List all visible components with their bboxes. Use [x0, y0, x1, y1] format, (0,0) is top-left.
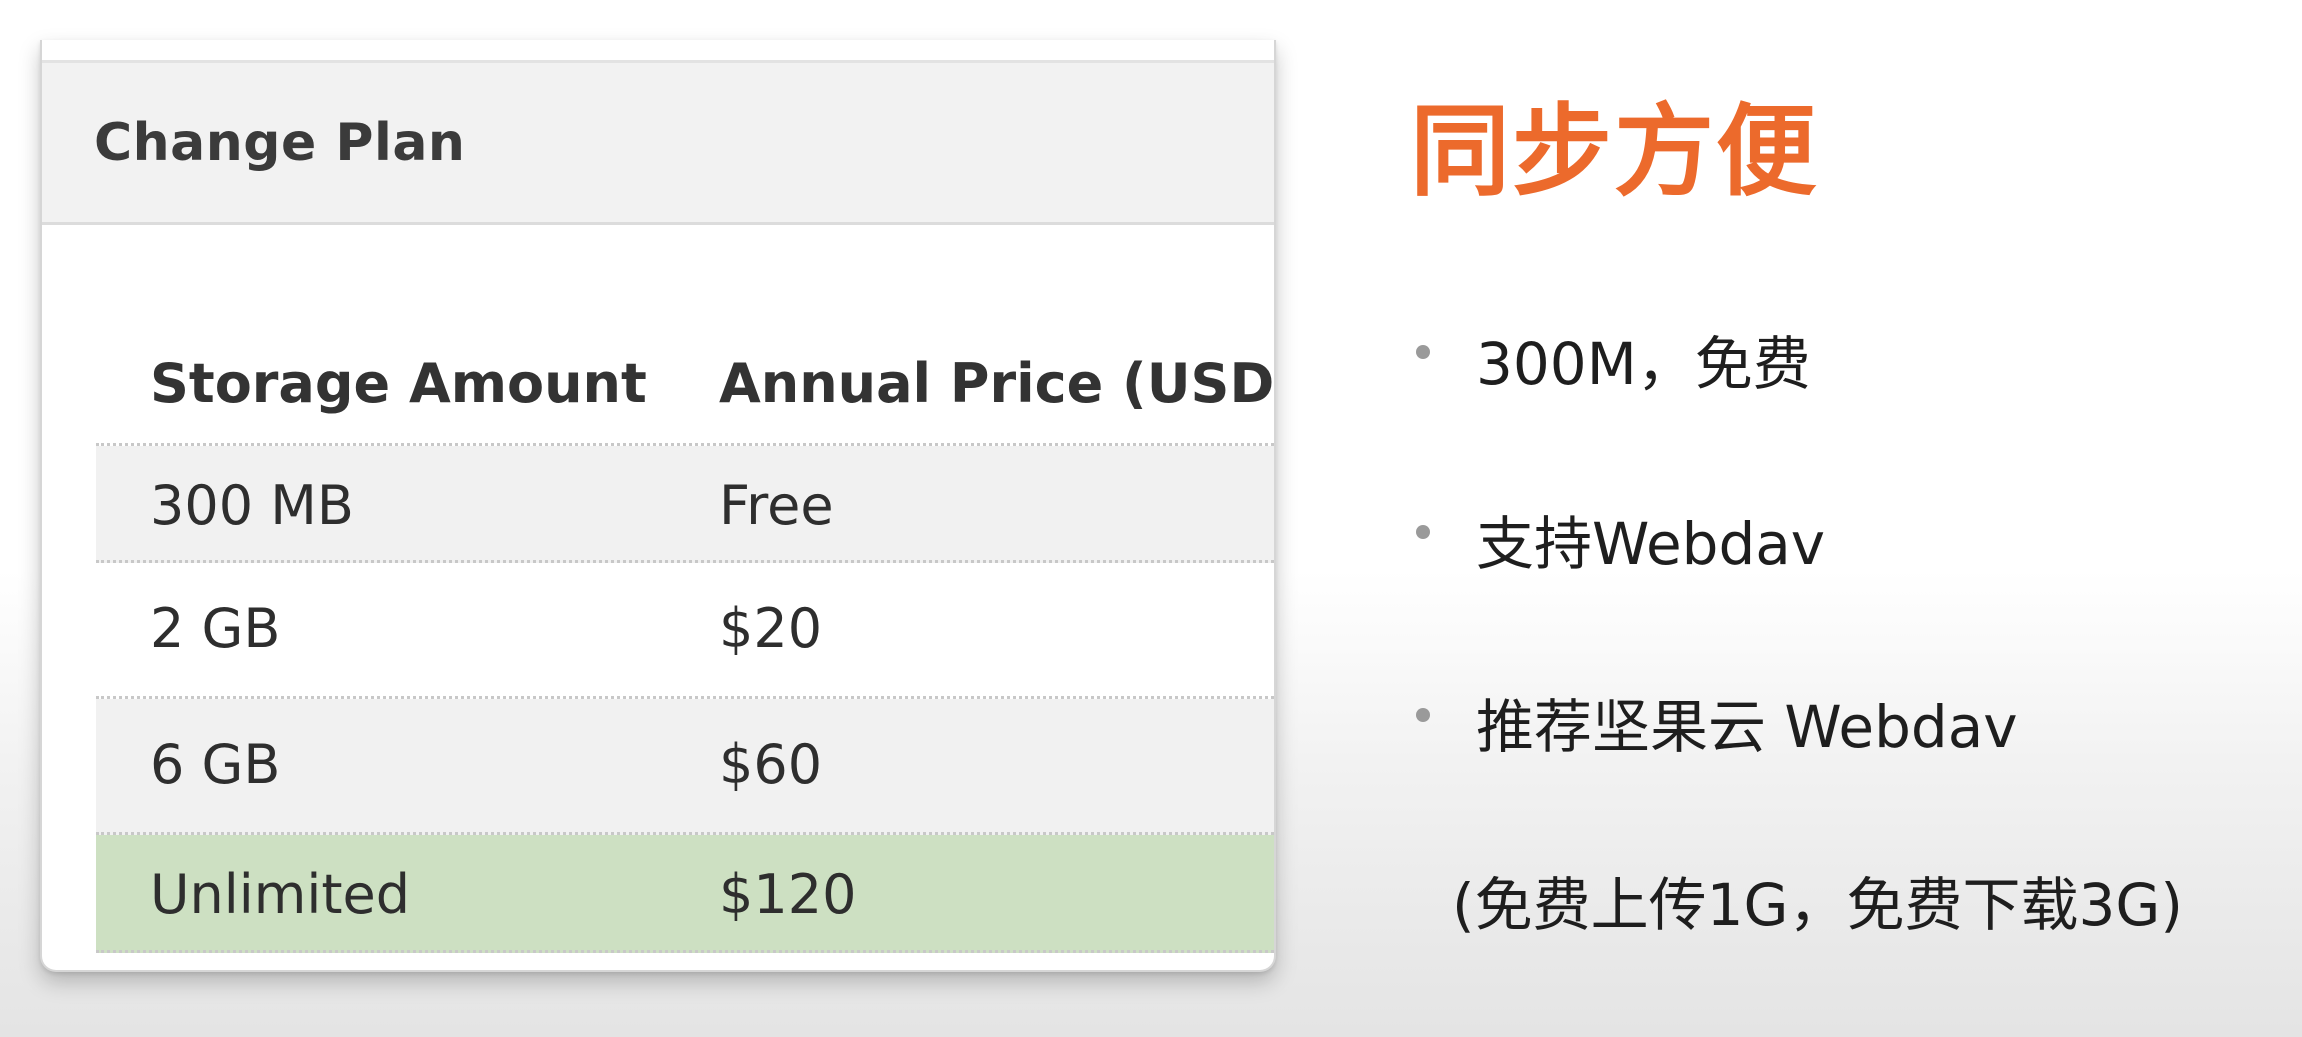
- bullet-text: 推荐坚果云 Webdav: [1476, 693, 2018, 761]
- storage-cell: 2 GB: [150, 597, 281, 660]
- change-plan-dialog: Change Plan Storage Amount Annual Price …: [40, 40, 1276, 972]
- plan-table: Storage Amount Annual Price (USD) 300 MB…: [96, 310, 1274, 953]
- table-row-selected[interactable]: Unlimited $120: [96, 835, 1274, 953]
- bullet-text: 支持Webdav: [1476, 510, 1826, 578]
- table-row[interactable]: 6 GB $60: [96, 699, 1274, 835]
- table-row[interactable]: 2 GB $20: [96, 563, 1274, 699]
- bullet-dot-icon: [1416, 708, 1430, 722]
- column-header-storage: Storage Amount: [150, 352, 647, 415]
- table-row[interactable]: 300 MB Free: [96, 446, 1274, 563]
- price-cell: $120: [719, 863, 857, 926]
- column-header-price: Annual Price (USD): [719, 352, 1276, 415]
- bullet-dot-icon: [1416, 345, 1430, 359]
- storage-cell: 300 MB: [150, 474, 354, 537]
- price-cell: Free: [719, 474, 834, 537]
- table-header-row: Storage Amount Annual Price (USD): [96, 310, 1274, 446]
- price-cell: $20: [719, 597, 823, 660]
- storage-cell: 6 GB: [150, 733, 281, 796]
- price-cell: $60: [719, 733, 823, 796]
- storage-cell: Unlimited: [150, 863, 411, 926]
- bullet-note: (免费上传1G，免费下载3G): [1452, 871, 2183, 939]
- bullet-dot-icon: [1416, 525, 1430, 539]
- bullet-text: 300M，免费: [1476, 330, 1811, 398]
- dialog-header: Change Plan: [42, 60, 1274, 225]
- dialog-title: Change Plan: [94, 113, 466, 173]
- slide-title: 同步方便: [1410, 93, 1818, 210]
